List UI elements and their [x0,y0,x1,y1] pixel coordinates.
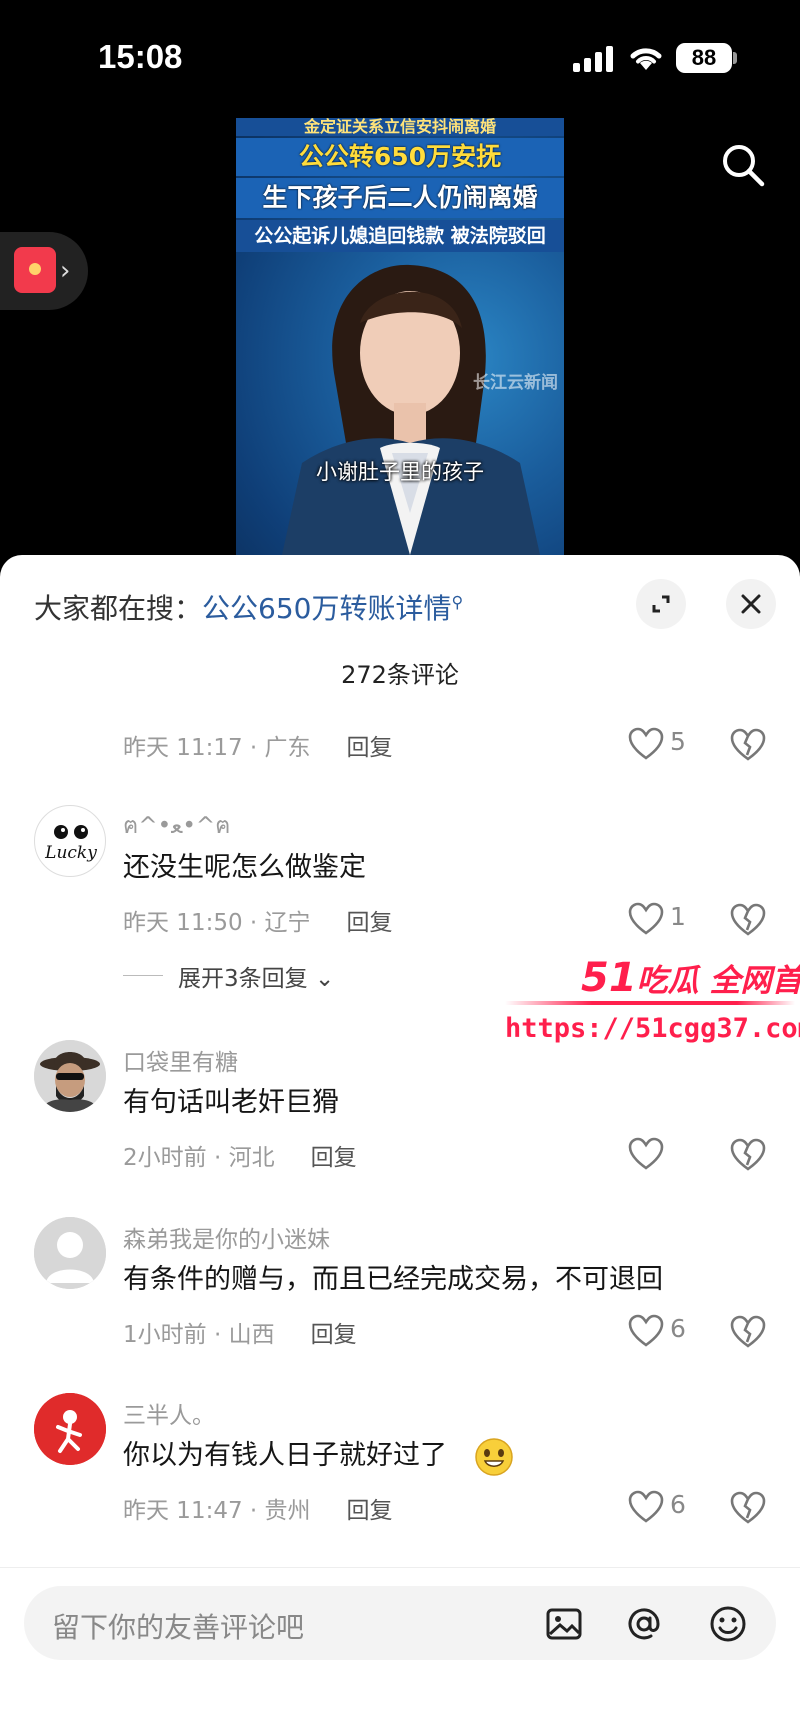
emoji-icon[interactable] [708,1604,748,1644]
lucky-text: Lucky [44,843,97,863]
chevron-right-icon: › [60,256,71,286]
reply-button[interactable]: 回复 [347,910,393,936]
heart-icon [628,1490,664,1523]
video-watermark: 长江云新闻 [473,373,558,393]
avatar[interactable] [34,1393,106,1465]
comment-meta: 1小时前 · 山西 回复 [123,1315,357,1349]
expand-icon [652,595,670,613]
comment-text-content: 你以为有钱人日子就好过了 [123,1440,447,1471]
expand-replies-divider [123,975,163,976]
avatar[interactable] [34,1040,106,1112]
search-icon[interactable] [718,140,768,190]
chevron-down-icon: ⌄ [314,966,335,992]
comment-text: 有条件的赠与，而且已经完成交易，不可退回 [123,1264,663,1295]
comment-username[interactable]: 口袋里有糖 [123,1043,238,1077]
comment-meta: 2小时前 · 河北 回复 [123,1138,357,1172]
trending-query-link[interactable]: 公公650万转账详情 [202,592,451,625]
comment-text: 还没生呢怎么做鉴定 [123,852,366,883]
comment-time-location: 昨天 11:47 · 贵州 [123,1498,311,1524]
comment-meta: 昨天 11:47 · 贵州 回复 [123,1491,393,1525]
like-count: 1 [670,902,686,931]
comment-time-location: 昨天 11:17 · 广东 [123,735,311,761]
trending-prefix: 大家都在搜： [34,592,203,625]
lucky-avatar-image: Lucky [44,825,97,863]
video-headline-top: 金定证关系立信安抖闹离婚 [236,118,564,136]
expand-button[interactable] [636,579,686,629]
grin-emoji-icon [474,1437,513,1476]
red-packet-button[interactable]: › [0,232,88,310]
red-envelope-icon [14,247,56,293]
comment-input-bar: 留下你的友善评论吧 [0,1567,800,1735]
wifi-icon [630,48,662,70]
heart-icon [628,902,664,935]
comments-panel: 大家都在搜：公公650万转账详情⚲ 272条评论 昨天 11:17 · 广东 回复… [0,555,800,1735]
promo-stripe [505,1001,795,1005]
comment-meta: 昨天 11:17 · 广东 回复 [123,728,393,762]
comment-username[interactable]: ฅ^•ﻌ•^ฅ [123,808,231,844]
avatar[interactable] [34,1217,106,1289]
comment-username[interactable]: 三半人。 [123,1396,215,1430]
video-headline-3: 公公起诉儿媳追回钱款 被法院驳回 [236,220,564,252]
dislike-icon[interactable] [730,902,766,938]
close-icon [741,594,761,614]
search-small-icon: ⚲ [451,592,464,612]
battery-tip [733,52,737,64]
status-time: 15:08 [98,38,183,75]
comment-input[interactable]: 留下你的友善评论吧 [24,1586,776,1660]
reply-button[interactable]: 回复 [311,1145,357,1171]
like-button[interactable]: 5 [628,723,698,763]
trending-search[interactable]: 大家都在搜：公公650万转账详情⚲ [34,587,463,627]
close-button[interactable] [726,579,776,629]
comment-count: 272条评论 [341,661,459,689]
cellular-signal-icon [573,46,613,72]
video-player[interactable]: 金定证关系立信安抖闹离婚 公公转650万安抚 生下孩子后二人仍闹离婚 公公起诉儿… [236,118,564,555]
image-icon[interactable] [544,1604,584,1644]
default-avatar-image [34,1217,106,1289]
promo-brand: 51吃瓜 全网首发 [581,955,800,1001]
dislike-icon[interactable] [730,1490,766,1526]
news-anchor-image [282,264,540,555]
like-count: 6 [670,1490,686,1519]
like-button[interactable] [628,1133,698,1173]
battery-icon: 88 [676,43,732,73]
reply-button[interactable]: 回复 [347,735,393,761]
comment-username[interactable]: 森弟我是你的小迷妹 [123,1220,330,1254]
video-headline-2: 生下孩子后二人仍闹离婚 [236,178,564,218]
heart-icon [628,1314,664,1347]
video-subtitle: 小谢肚子里的孩子 [316,460,484,484]
heart-icon [628,727,664,760]
reply-button[interactable]: 回复 [311,1322,357,1348]
dislike-icon[interactable] [730,1137,766,1173]
reply-button[interactable]: 回复 [347,1498,393,1524]
like-count: 6 [670,1314,686,1343]
expand-replies-button[interactable]: 展开3条回复 ⌄ [178,959,334,993]
comment-text: 你以为有钱人日子就好过了 [123,1433,514,1477]
hat-man-avatar-image [34,1040,106,1112]
mention-icon[interactable] [624,1604,664,1644]
promo-brand-number: 51 [581,955,637,1001]
like-count: 5 [670,727,686,756]
like-button[interactable]: 1 [628,898,698,938]
status-bar: 15:08 88 [0,0,800,110]
avatar[interactable]: Lucky [34,805,106,877]
promo-brand-text: 吃瓜 全网首发 [636,963,800,999]
comment-text: 有句话叫老奸巨猾 [123,1087,339,1118]
red-figure-avatar-image [34,1393,106,1465]
promo-url: https://51cgg37.com [505,1013,800,1044]
comment-time-location: 昨天 11:50 · 辽宁 [123,910,311,936]
promo-watermark: 51吃瓜 全网首发 https://51cgg37.com [505,955,800,1055]
dislike-icon[interactable] [730,1314,766,1350]
video-headline-1: 公公转650万安抚 [236,138,564,176]
comment-time-location: 1小时前 · 山西 [123,1322,275,1348]
like-button[interactable]: 6 [628,1310,698,1350]
heart-icon [628,1137,664,1170]
comment-time-location: 2小时前 · 河北 [123,1145,275,1171]
comment-input-placeholder: 留下你的友善评论吧 [52,1611,305,1644]
expand-replies-label: 展开3条回复 [178,966,308,992]
dislike-icon[interactable] [730,727,766,763]
like-button[interactable]: 6 [628,1486,698,1526]
comment-meta: 昨天 11:50 · 辽宁 回复 [123,903,393,937]
